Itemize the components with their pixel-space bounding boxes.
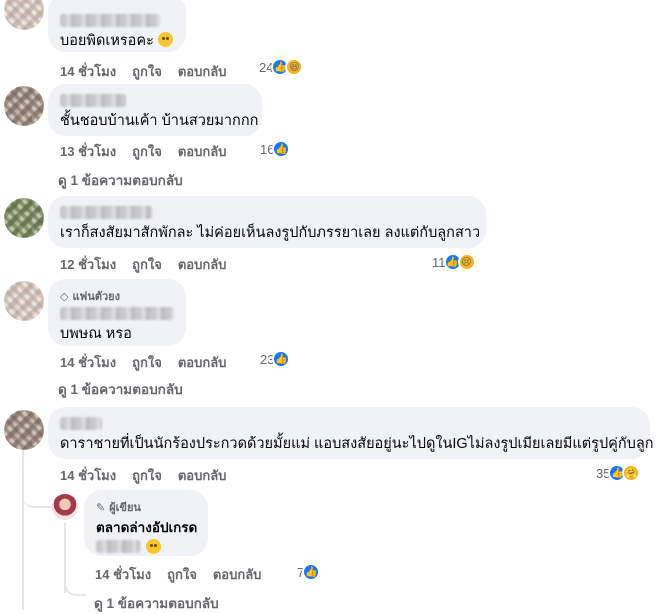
haha-reaction-icon: 😆 <box>285 58 304 76</box>
comment-bubble: ดาราชายที่เป็นนักร้องประกวดด้วยมั้ยแม่ แ… <box>48 407 654 459</box>
comment-text: บพษณ หรอ <box>60 326 132 342</box>
timestamp[interactable]: 14 ชั่วโมง <box>95 564 151 585</box>
commenter-name-redacted[interactable] <box>60 14 160 27</box>
author-name[interactable]: ตลาดล่างอัปเกรด <box>96 518 197 537</box>
timestamp[interactable]: 14 ชั่วโมง <box>60 352 116 373</box>
comment-bubble: ชั้นชอบบ้านเค้า บ้านสวยมากกก <box>48 84 262 136</box>
reply-button[interactable]: ตอบกลับ <box>178 61 227 82</box>
mentioned-name-redacted[interactable] <box>96 540 140 553</box>
like-button[interactable]: ถูกใจ <box>132 61 162 82</box>
commenter-name-redacted[interactable] <box>60 307 174 320</box>
commenter-name-redacted[interactable] <box>60 206 152 219</box>
hushed-face-icon <box>146 539 161 554</box>
reply-button[interactable]: ตอบกลับ <box>213 564 262 585</box>
top-fan-badge: แฟนตัวยง <box>72 291 121 303</box>
avatar[interactable] <box>4 198 44 238</box>
like-button[interactable]: ถูกใจ <box>132 141 162 162</box>
thread-line <box>22 432 24 610</box>
like-reaction-icon: 👍 <box>302 563 321 581</box>
avatar[interactable] <box>4 281 44 321</box>
comment-text: เราก็สงสัยมาสักพักละ ไม่ค่อยเห็นลงรูปกับ… <box>60 225 481 241</box>
comment-bubble: ◇ แฟนตัวยง บพษณ หรอ <box>48 279 186 346</box>
sad-reaction-icon: 😢 <box>457 253 476 271</box>
timestamp[interactable]: 12 ชั่วโมง <box>60 254 116 275</box>
reaction-summary[interactable]: 24 👍 😆 <box>259 58 304 76</box>
reply-button[interactable]: ตอบกลับ <box>178 141 227 162</box>
comment-actions: 14 ชั่วโมง ถูกใจ ตอบกลับ <box>95 564 261 585</box>
comment-actions: 14 ชั่วโมง ถูกใจ ตอบกลับ <box>60 465 226 486</box>
like-button[interactable]: ถูกใจ <box>132 352 162 373</box>
timestamp[interactable]: 13 ชั่วโมง <box>60 141 116 162</box>
commenter-name-redacted[interactable] <box>60 417 102 430</box>
comment-text: ชั้นชอบบ้านเค้า บ้านสวยมากกก <box>60 113 259 129</box>
thread-curve <box>22 480 52 508</box>
comment-actions: 12 ชั่วโมง ถูกใจ ตอบกลับ <box>60 254 226 275</box>
comment-text: ดาราชายที่เป็นนักร้องประกวดด้วยมั้ยแม่ แ… <box>60 436 654 452</box>
author-badge: ผู้เขียน <box>109 502 141 514</box>
like-reaction-icon: 👍 <box>272 350 291 368</box>
reply-button[interactable]: ตอบกลับ <box>178 254 227 275</box>
thread-curve-reply <box>64 578 86 596</box>
comment-bubble: เราก็สงสัยมาสักพักละ ไม่ค่อยเห็นลงรูปกับ… <box>48 196 486 248</box>
comment-text: บอยพิดเหรอคะ <box>60 33 154 49</box>
avatar[interactable] <box>4 86 44 126</box>
reaction-summary[interactable]: 7 👍 <box>297 563 321 581</box>
reply-button[interactable]: ตอบกลับ <box>178 465 227 486</box>
comment-bubble: บอยพิดเหรอคะ <box>48 0 186 52</box>
author-reply-bubble: ✎ ผู้เขียน ตลาดล่างอัปเกรด <box>84 490 208 556</box>
comment-actions: 14 ชั่วโมง ถูกใจ ตอบกลับ <box>60 352 226 373</box>
comment-actions: 14 ชั่วโมง ถูกใจ ตอบกลับ <box>60 61 226 82</box>
view-replies-link[interactable]: ดู 1 ข้อความตอบกลับ <box>94 592 219 614</box>
pleading-face-icon <box>157 32 173 47</box>
like-button[interactable]: ถูกใจ <box>132 254 162 275</box>
diamond-badge-icon: ◇ <box>60 290 69 303</box>
care-reaction-icon: 🤗 <box>622 464 641 482</box>
author-avatar[interactable] <box>52 494 78 520</box>
reaction-summary[interactable]: 11 👍 😢 <box>432 253 476 271</box>
reaction-summary[interactable]: 16 👍 <box>260 140 291 158</box>
timestamp[interactable]: 14 ชั่วโมง <box>60 465 116 486</box>
avatar[interactable] <box>4 0 44 30</box>
view-replies-link[interactable]: ดู 1 ข้อความตอบกลับ <box>58 378 183 400</box>
timestamp[interactable]: 14 ชั่วโมง <box>60 61 116 82</box>
avatar[interactable] <box>4 410 44 450</box>
like-button[interactable]: ถูกใจ <box>167 564 197 585</box>
like-button[interactable]: ถูกใจ <box>132 465 162 486</box>
pencil-icon: ✎ <box>96 501 106 514</box>
commenter-name-redacted[interactable] <box>60 94 126 107</box>
comment-actions: 13 ชั่วโมง ถูกใจ ตอบกลับ <box>60 141 226 162</box>
like-reaction-icon: 👍 <box>272 140 291 158</box>
reaction-summary[interactable]: 23 👍 <box>260 350 291 368</box>
reply-button[interactable]: ตอบกลับ <box>178 352 227 373</box>
view-replies-link[interactable]: ดู 1 ข้อความตอบกลับ <box>58 169 183 191</box>
reaction-summary[interactable]: 35 👍 🤗 <box>596 464 641 482</box>
